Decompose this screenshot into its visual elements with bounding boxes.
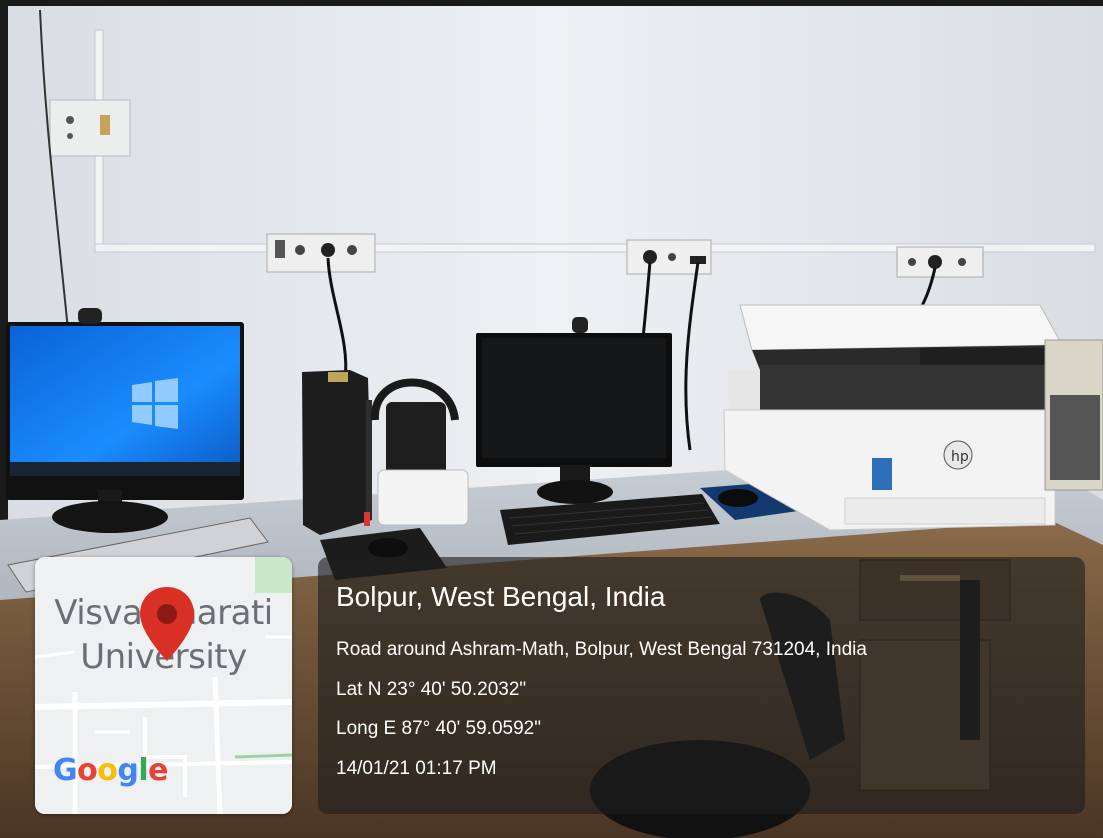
google-logo-letter: G (53, 753, 78, 788)
location-title: Bolpur, West Bengal, India (336, 581, 666, 612)
power-strip-left (266, 233, 376, 273)
hp-printer: hp (723, 304, 1063, 531)
cpu-tower (302, 370, 372, 535)
google-logo-letter: o (77, 753, 98, 788)
map-thumbnail[interactable]: Visva-Bharati University Google (35, 557, 292, 814)
location-pin-icon (140, 587, 194, 661)
latitude: Lat N 23° 40' 50.2032" (336, 679, 527, 700)
location-info-panel: Bolpur, West Bengal, India Road around A… (318, 557, 1085, 814)
google-logo-letter: g (117, 753, 139, 788)
google-logo-letter: o (97, 753, 118, 788)
svg-text:hp: hp (951, 449, 969, 465)
google-logo-letter: l (138, 753, 149, 788)
longitude: Long E 87° 40' 59.0592" (336, 718, 541, 739)
google-logo-letter: e (148, 753, 169, 788)
google-logo: Google (53, 753, 169, 788)
timestamp: 14/01/21 01:17 PM (336, 758, 497, 779)
location-address: Road around Ashram-Math, Bolpur, West Be… (336, 639, 867, 660)
power-strip-right (896, 246, 984, 278)
